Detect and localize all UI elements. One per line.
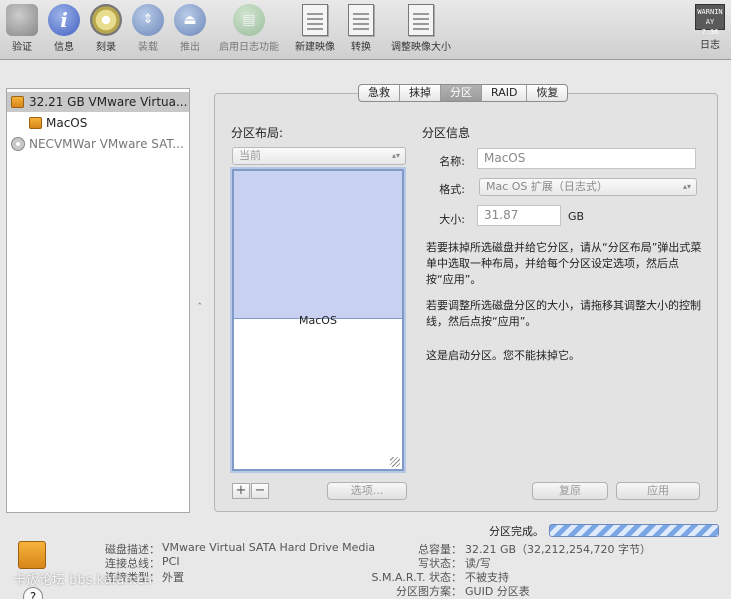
status-text: 分区完成。 (489, 525, 544, 538)
scheme-label: 分区图方案： (396, 585, 462, 598)
erase-instructions: 若要抹掉所选磁盘并给它分区，请从“分区布局”弹出式菜单中选取一种布局，并给每个分… (426, 241, 702, 286)
partition-block-macos[interactable] (234, 171, 402, 319)
disk-description-value: VMware Virtual SATA Hard Drive Media (162, 541, 376, 554)
resize-grip-icon[interactable] (390, 457, 400, 467)
tab-restore[interactable]: 恢复 (526, 85, 567, 101)
resize-image-icon (408, 4, 434, 36)
log-icon: WARNIN AY 7:36 (695, 4, 725, 36)
popup-arrows-icon: ▴▾ (391, 151, 400, 160)
name-field[interactable]: MacOS (477, 148, 696, 169)
size-unit: GB (568, 210, 585, 223)
format-popup[interactable]: Mac OS 扩展（日志式） ▴▾ (479, 178, 697, 196)
sidebar-item-optical-drive[interactable]: NECVMWar VMware SAT... (7, 134, 189, 154)
eject-button[interactable]: ⏏ 推出 (172, 4, 208, 53)
toolbar: 验证 i 信息 刻录 ⇕ 装载 ⏏ 推出 ▤ 启用日志功能 新建映像 转换 调整… (0, 0, 731, 60)
enable-journaling-button[interactable]: ▤ 启用日志功能 (215, 4, 283, 53)
optical-drive-icon (11, 137, 25, 151)
help-button[interactable]: ? (23, 587, 43, 599)
sidebar-item-disk[interactable]: 32.21 GB VMware Virtua... (7, 92, 189, 112)
remove-partition-button[interactable]: − (251, 483, 269, 499)
apply-button[interactable]: 应用 (616, 482, 700, 500)
volume-icon (29, 117, 42, 129)
size-label: 大小: (439, 213, 465, 226)
burn-button[interactable]: 刻录 (88, 4, 124, 53)
format-label: 格式: (439, 183, 465, 196)
tab-bar: 急救 抹掉 分区 RAID 恢复 (358, 84, 569, 102)
bus-value: PCI (162, 555, 180, 568)
watermark: 卡饭论坛 bbs.kafan.cn (13, 573, 153, 588)
new-image-icon (302, 4, 328, 36)
disk-icon (11, 96, 24, 108)
popup-arrows-icon: ▴▾ (682, 182, 691, 191)
scheme-value: GUID 分区表 (465, 585, 530, 598)
log-button[interactable]: WARNIN AY 7:36 日志 (692, 4, 728, 51)
add-partition-button[interactable]: + (232, 483, 250, 499)
verify-button[interactable]: 验证 (4, 4, 40, 53)
partition-block-label: MacOS (299, 314, 337, 327)
revert-button[interactable]: 复原 (532, 482, 608, 500)
mount-button[interactable]: ⇕ 装载 (130, 4, 166, 53)
resize-instructions: 若要调整所选磁盘分区的大小，请拖移其调整大小的控制线，然后点按“应用”。 (426, 299, 701, 328)
microscope-icon (6, 4, 38, 36)
partition-layout-popup[interactable]: 当前 ▴▾ (232, 147, 406, 165)
mount-icon: ⇕ (132, 4, 164, 36)
eject-icon: ⏏ (174, 4, 206, 36)
progress-bar (549, 524, 719, 537)
info-icon: i (48, 4, 80, 36)
convert-icon (348, 4, 374, 36)
sidebar-item-volume[interactable]: MacOS (7, 113, 189, 133)
tab-partition[interactable]: 分区 (440, 85, 481, 101)
name-label: 名称: (439, 155, 465, 168)
size-field[interactable]: 31.87 (477, 205, 561, 226)
capacity-value: 32.21 GB（32,212,254,720 字节） (465, 543, 652, 556)
convert-button[interactable]: 转换 (343, 4, 379, 53)
partition-layout-title: 分区布局: (231, 126, 284, 140)
resize-image-button[interactable]: 调整映像大小 (386, 4, 456, 53)
partition-layout-map[interactable]: MacOS (232, 169, 404, 471)
new-image-button[interactable]: 新建映像 (290, 4, 340, 53)
selected-disk-icon (18, 541, 46, 569)
partition-panel: 分区布局: 当前 ▴▾ MacOS + − 选项... 分区信息 名称: Mac… (214, 93, 718, 512)
startup-note: 这是启动分区。您不能抹掉它。 (426, 349, 580, 362)
disk-list[interactable]: 32.21 GB VMware Virtua... MacOS NECVMWar… (6, 88, 190, 513)
tab-first-aid[interactable]: 急救 (359, 85, 399, 101)
journal-icon: ▤ (233, 4, 265, 36)
info-button[interactable]: i 信息 (46, 4, 82, 53)
options-button[interactable]: 选项... (327, 482, 407, 500)
partition-info-title: 分区信息 (422, 126, 471, 140)
split-view-handle[interactable]: ‸ (198, 294, 201, 305)
connection-type-value: 外置 (162, 571, 184, 584)
burn-icon (90, 4, 122, 36)
tab-erase[interactable]: 抹掉 (399, 85, 440, 101)
tab-raid[interactable]: RAID (481, 85, 526, 101)
